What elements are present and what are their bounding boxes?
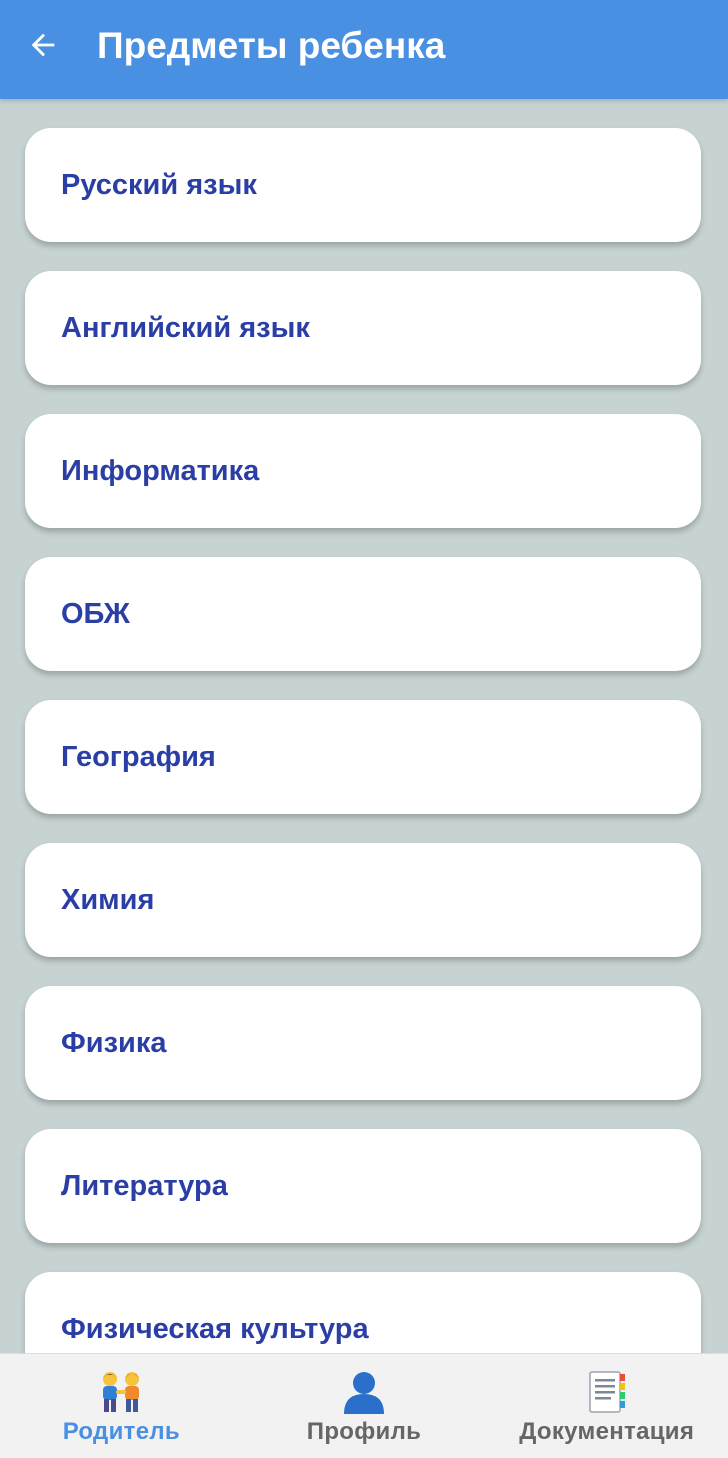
subject-label: Физика [61,1026,167,1059]
app-bar: Предметы ребенка [0,0,728,99]
documentation-icon [577,1370,637,1414]
nav-label-documentation: Документация [519,1418,695,1445]
nav-item-profile[interactable]: Профиль [243,1354,486,1458]
subject-card-russian[interactable]: Русский язык [25,128,701,242]
subject-card-chemistry[interactable]: Химия [25,843,701,957]
subject-label: Физическая культура [61,1312,369,1345]
subject-card-literature[interactable]: Литература [25,1129,701,1243]
subject-card-english[interactable]: Английский язык [25,271,701,385]
subject-label: Английский язык [61,311,310,344]
subject-label: Русский язык [61,168,257,201]
subject-label: ОБЖ [61,597,130,630]
profile-icon [334,1370,394,1414]
back-button[interactable] [14,20,72,70]
subject-label: География [61,740,216,773]
subject-card-informatics[interactable]: Информатика [25,414,701,528]
subject-card-geography[interactable]: География [25,700,701,814]
nav-item-parent[interactable]: Родитель [0,1354,243,1458]
subject-label: Литература [61,1169,228,1202]
subject-card-physics[interactable]: Физика [25,986,701,1100]
subject-list[interactable]: Русский язык Английский язык Информатика… [0,99,728,1353]
subject-card-physical-culture[interactable]: Физическая культура [25,1272,701,1353]
arrow-left-icon [31,33,55,57]
subject-label: Информатика [61,454,260,487]
nav-label-parent: Родитель [62,1418,180,1445]
bottom-navigation: Родитель Профиль Документация [0,1353,728,1458]
parent-children-icon [91,1370,151,1414]
page-title: Предметы ребенка [97,25,446,66]
subject-card-obzh[interactable]: ОБЖ [25,557,701,671]
nav-label-profile: Профиль [306,1418,422,1445]
subject-label: Химия [61,883,155,916]
nav-item-documentation[interactable]: Документация [485,1354,728,1458]
